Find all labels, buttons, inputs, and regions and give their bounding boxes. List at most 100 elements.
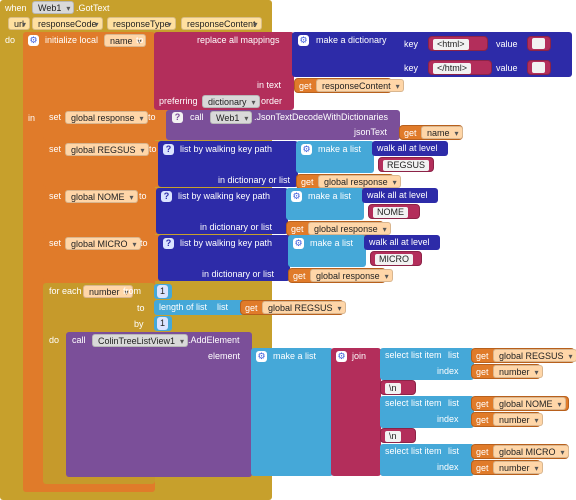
get-name-dropdown[interactable]: name [421,126,463,140]
dict-key-2-text[interactable]: </html> [433,63,472,74]
get-number-1[interactable]: get number [471,364,543,379]
walk-text-1-value[interactable]: REGSUS [383,160,430,171]
gear-icon[interactable]: ⚙ [298,35,309,46]
call-component-dropdown[interactable]: ColinTreeListView1 [92,334,189,348]
walk-all-block-1[interactable]: walk all at level [372,141,448,156]
get-responseContent-dropdown[interactable]: responseContent [316,79,404,93]
param-responseCode[interactable]: responseCode [32,17,103,31]
walk-text-3[interactable]: MICRO [370,251,422,266]
set-var-micro[interactable]: global MICRO [65,237,141,251]
set-keyword: set [49,112,62,122]
make-list-block-2[interactable]: ⚙ make a list [286,188,364,220]
walk-all-block-3[interactable]: walk all at level [364,235,440,250]
call-component-dropdown[interactable]: Web1 [210,111,253,125]
make-list-outer-block[interactable]: ⚙ make a list [251,348,333,476]
from-number-block[interactable]: 1 [154,284,172,299]
get-global-response-3[interactable]: get global response [288,268,393,283]
set-global-response-block[interactable]: set global response to [43,110,171,140]
dict-key-2[interactable]: </html> [428,60,492,75]
get-number-dropdown[interactable]: number [493,365,543,379]
from-number[interactable]: 1 [157,285,169,298]
get-keyword: get [476,415,489,425]
get-name[interactable]: get name [399,125,463,140]
walk-key-path-block-1[interactable]: ? list by walking key path in dictionary… [158,141,298,187]
gear-icon[interactable]: ? [172,112,183,123]
call-json-decode-block[interactable]: ? call Web1 .JsonTextDecodeWithDictionar… [166,110,400,140]
gear-icon[interactable]: ⚙ [256,351,267,362]
walk-text-2-value[interactable]: NOME [373,207,408,218]
by-number[interactable]: 1 [157,317,169,330]
get-keyword: get [476,351,489,361]
dict-value-1[interactable] [527,36,551,51]
dict-key-1-text[interactable]: <html> [433,39,469,50]
to-keyword: to [136,35,144,45]
get-number-2[interactable]: get number [471,412,543,427]
get-global-response-2[interactable]: get global response [286,221,391,236]
event-component-dropdown[interactable]: Web1 [32,1,75,15]
get-number-dropdown[interactable]: number [493,461,543,475]
get-response-dropdown[interactable]: global response [310,269,393,283]
walk-key-path-block-3[interactable]: ? list by walking key path in dictionary… [158,235,290,281]
dict-value-2[interactable] [527,60,551,75]
get-nome-dropdown[interactable]: global NOME [493,397,566,411]
gear-icon[interactable]: ⚙ [293,238,304,249]
from-label: from [123,286,141,296]
walk-all-block-2[interactable]: walk all at level [362,188,438,203]
dict-key-1[interactable]: <html> [428,36,488,51]
get-regsus-dropdown[interactable]: global REGSUS [493,349,576,363]
set-var-regsus[interactable]: global REGSUS [65,143,149,157]
separator-1-value[interactable]: \n [385,383,401,394]
dict-value-2-text[interactable] [532,62,545,73]
join-block[interactable]: ⚙ join [331,348,381,476]
get-global-micro[interactable]: get global MICRO [471,444,569,459]
set-var-nome[interactable]: global NOME [65,190,138,204]
param-url[interactable]: url [8,17,31,31]
gear-icon[interactable]: ? [161,191,172,202]
set-global-regsus-block[interactable]: set global REGSUS to [43,141,161,187]
separator-text-2[interactable]: \n [380,428,416,443]
get-global-regsus-len[interactable]: get global REGSUS [240,300,346,315]
get-responseContent[interactable]: get responseContent [294,78,404,93]
get-number-dropdown[interactable]: number [493,413,543,427]
replace-all-mappings-block[interactable]: replace all mappings in text preferring … [154,32,294,110]
param-responseType[interactable]: responseType [107,17,176,31]
get-response-dropdown[interactable]: global response [318,175,401,189]
walk-all-label: walk all at level [369,237,430,247]
walk-text-2[interactable]: NOME [368,204,420,219]
make-list-block-3[interactable]: ⚙ make a list [288,235,366,267]
walk-key-path-block-2[interactable]: ? list by walking key path in dictionary… [156,188,288,234]
get-number-3[interactable]: get number [471,460,543,475]
call-add-element-block[interactable]: call ColinTreeListView1 .AddElement elem… [66,332,252,477]
get-global-regsus[interactable]: get global REGSUS [471,348,576,363]
gear-icon[interactable]: ? [163,238,174,249]
jsontext-label: jsonText [354,127,388,137]
dict-value-1-text[interactable] [532,38,545,49]
get-micro-dropdown[interactable]: global MICRO [493,445,569,459]
gear-icon[interactable]: ⚙ [336,351,347,362]
gear-icon[interactable]: ? [163,144,174,155]
get-global-nome[interactable]: get global NOME [471,396,569,411]
by-number-block[interactable]: 1 [154,316,172,331]
select-item-block-3[interactable]: select list item list index [380,444,474,476]
walk-text-1[interactable]: REGSUS [378,157,434,172]
set-global-micro-block[interactable]: set global MICRO to [43,235,163,281]
key-label-1: key [404,39,419,49]
get-global-response-1[interactable]: get global response [296,174,401,189]
select-item-block-1[interactable]: select list item list index [380,348,474,380]
select-item-block-2[interactable]: select list item list index [380,396,474,428]
get-response-dropdown[interactable]: global response [308,222,391,236]
separator-2-value[interactable]: \n [385,431,401,442]
get-regsus-dropdown[interactable]: global REGSUS [262,301,346,315]
separator-text-1[interactable]: \n [380,380,416,395]
gear-icon[interactable]: ⚙ [291,191,302,202]
make-list-block-1[interactable]: ⚙ make a list [296,141,374,173]
param-responseContent[interactable]: responseContent [181,17,262,31]
set-global-nome-block[interactable]: set global NOME to [43,188,161,234]
set-var-response[interactable]: global response [65,111,148,125]
preferring-dropdown[interactable]: dictionary [202,95,260,109]
length-of-list-block[interactable]: length of list list [154,300,244,315]
gear-icon[interactable]: ⚙ [28,35,39,46]
walk-text-3-value[interactable]: MICRO [375,254,413,265]
gear-icon[interactable]: ⚙ [301,144,312,155]
in-keyword: in [28,113,36,123]
